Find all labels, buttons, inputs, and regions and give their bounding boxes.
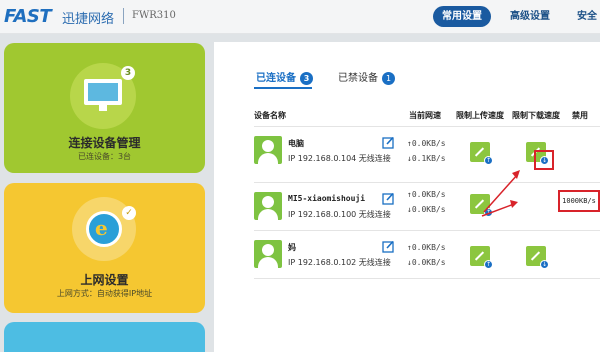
col-current-speed: 当前网速 bbox=[409, 111, 441, 120]
card-internet-settings[interactable]: e ✓ 上网设置 上网方式：自动获得IP地址 bbox=[4, 183, 205, 313]
tab-blocked-devices[interactable]: 已禁设备 1 bbox=[338, 69, 395, 85]
upload-speed: ↑0.0KB/s bbox=[407, 190, 446, 199]
device-avatar-icon bbox=[254, 136, 282, 164]
col-device-name: 设备名称 bbox=[254, 111, 286, 120]
upload-speed: ↑0.0KB/s bbox=[407, 243, 446, 252]
col-disable: 禁用 bbox=[572, 111, 588, 120]
upload-limit-button[interactable]: ↑ bbox=[470, 142, 493, 165]
nav-advanced-settings[interactable]: 高级设置 bbox=[510, 6, 550, 27]
device-name: 妈 bbox=[288, 243, 296, 252]
edit-name-icon[interactable] bbox=[382, 192, 395, 205]
col-download-limit: 限制下载速度 bbox=[512, 111, 560, 120]
download-limit-button[interactable]: ↓ bbox=[526, 246, 549, 269]
card-third[interactable] bbox=[4, 322, 205, 352]
edit-name-icon[interactable] bbox=[382, 136, 395, 149]
row-divider bbox=[254, 126, 600, 127]
card-device-management[interactable]: 3 连接设备管理 已连设备：3台 bbox=[4, 43, 205, 173]
row-divider bbox=[254, 182, 600, 183]
edit-name-icon[interactable] bbox=[382, 240, 395, 253]
table-row: 电脑 IP 192.168.0.104 无线连接 ↑0.0KB/s ↓0.1KB… bbox=[254, 130, 600, 182]
tab-label: 已禁设备 bbox=[338, 73, 378, 84]
device-avatar-icon bbox=[254, 192, 282, 220]
download-speed: ↓0.0KB/s bbox=[407, 205, 446, 214]
card-subtitle: 上网方式：自动获得IP地址 bbox=[56, 289, 153, 298]
tab-connected-devices[interactable]: 已连设备 3 bbox=[256, 69, 313, 85]
card-title: 连接设备管理 bbox=[68, 136, 141, 150]
download-speed: ↓0.1KB/s bbox=[407, 154, 446, 163]
tab-count-badge: 3 bbox=[300, 71, 313, 85]
download-speed: ↓0.0KB/s bbox=[407, 258, 446, 267]
card-title: 上网设置 bbox=[80, 273, 129, 287]
tab-label: 已连设备 bbox=[256, 73, 296, 84]
download-limit-value[interactable]: 1000KB/s bbox=[558, 190, 600, 212]
top-header: FAST 迅捷网络 FWR310 常用设置 高级设置 安全 bbox=[0, 0, 600, 34]
device-name: MI5-xiaomishouji bbox=[288, 194, 366, 203]
device-name: 电脑 bbox=[288, 139, 304, 148]
main-panel: 已连设备 3 已禁设备 1 设备名称 当前网速 限制上传速度 限制下载速度 禁用 电… bbox=[214, 42, 600, 352]
col-upload-limit: 限制上传速度 bbox=[456, 111, 504, 120]
row-divider bbox=[254, 230, 600, 231]
brand-name: 迅捷网络 bbox=[62, 12, 115, 27]
nav-security[interactable]: 安全 bbox=[577, 6, 597, 27]
upload-limit-button[interactable]: ↑ bbox=[470, 194, 493, 217]
device-ip: IP 192.168.0.102 无线连接 bbox=[288, 258, 391, 267]
nav-common-settings[interactable]: 常用设置 bbox=[433, 6, 491, 27]
table-header: 设备名称 当前网速 限制上传速度 限制下载速度 禁用 bbox=[254, 108, 600, 126]
upload-speed: ↑0.0KB/s bbox=[407, 139, 446, 148]
monitor-icon bbox=[84, 79, 122, 111]
brand-logo: FAST bbox=[4, 6, 52, 27]
card-subtitle: 已连设备：3台 bbox=[77, 152, 132, 161]
brand-divider bbox=[123, 8, 124, 24]
device-count-badge: 3 bbox=[121, 66, 135, 80]
internet-explorer-icon: e bbox=[86, 211, 122, 247]
device-ip: IP 192.168.0.104 无线连接 bbox=[288, 154, 391, 163]
highlight-box bbox=[534, 150, 554, 170]
active-tab-underline bbox=[254, 87, 312, 89]
model-number: FWR310 bbox=[132, 10, 176, 21]
row-divider bbox=[254, 278, 600, 279]
upload-limit-button[interactable]: ↑ bbox=[470, 246, 493, 269]
device-avatar-icon bbox=[254, 240, 282, 268]
device-ip: IP 192.168.0.100 无线连接 bbox=[288, 210, 391, 219]
status-check-badge: ✓ bbox=[122, 206, 136, 220]
tab-count-badge: 1 bbox=[382, 71, 395, 85]
